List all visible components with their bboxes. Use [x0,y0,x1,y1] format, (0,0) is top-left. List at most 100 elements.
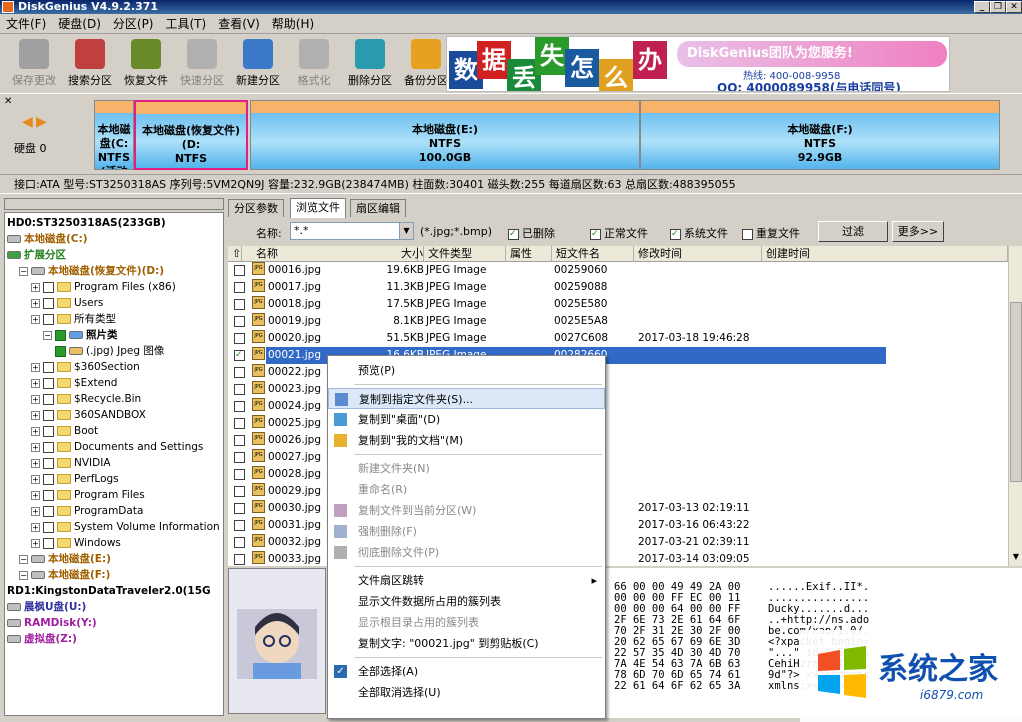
context-menu-item[interactable]: 复制到指定文件夹(S)... [328,388,605,409]
toolbar-button-5[interactable]: 格式化 [286,37,342,91]
tree-checkbox[interactable] [43,281,54,293]
tree-checkbox[interactable] [43,473,54,485]
row-checkbox[interactable] [234,333,245,344]
toolbar-button-1[interactable]: 搜索分区 [62,37,118,91]
next-disk-icon[interactable]: ▶ [36,114,47,130]
context-menu-item[interactable]: 预览(P) [328,360,605,381]
vertical-scrollbar[interactable]: ▼ [1008,246,1022,566]
tree-node[interactable]: − 本地磁盘(恢复文件)(D:) [19,263,164,279]
tree-node[interactable]: − 照片类 [43,327,118,343]
expand-icon[interactable]: − [19,266,28,276]
minimize-button[interactable]: _ [974,1,990,13]
row-checkbox[interactable] [234,503,245,514]
expand-icon[interactable]: + [31,282,40,292]
tree-checkbox[interactable] [55,345,66,357]
tree-node[interactable]: 虚拟盘(Z:) [7,631,77,647]
column-header[interactable]: 大小 [368,246,424,262]
file-list-header[interactable]: ⇧ 名称 大小 文件类型 属性 短文件名 修改时间 创建时间 [228,246,1008,262]
tree-node[interactable]: +360SANDBOX [31,407,146,423]
tree-checkbox[interactable] [43,297,54,309]
toolbar-button-6[interactable]: 删除分区 [342,37,398,91]
column-header[interactable]: 短文件名 [552,246,634,262]
menu-item[interactable]: 帮助(H) [266,14,320,34]
checkbox-icon[interactable]: ✓ [670,228,681,240]
row-checkbox[interactable] [234,520,245,531]
close-button[interactable]: ✕ [1006,1,1022,13]
ad-banner[interactable]: 数据丢失怎么办 DiskGenius团队为您服务! 热线: 400-008-99… [446,36,950,92]
expand-icon[interactable]: + [31,474,40,484]
table-row[interactable]: JPG 00018.jpg 17.5KB JPEG Image 0025E580 [228,296,1008,313]
tree-node[interactable]: 扩展分区 [7,247,66,263]
tree-checkbox[interactable] [43,505,54,517]
tree-node[interactable]: + $360Section [31,359,140,375]
row-checkbox[interactable] [234,486,245,497]
expand-icon[interactable]: − [43,330,52,340]
tree-node[interactable]: + ProgramData [31,503,143,519]
name-filter-input[interactable]: *.* ▼ [290,222,414,240]
tree-node[interactable]: 本地磁盘(C:) [7,231,88,247]
scroll-down-icon[interactable]: ▼ [1010,552,1022,564]
expand-icon[interactable]: + [31,522,40,532]
tree-checkbox[interactable] [43,537,54,549]
tree-node[interactable]: + Program Files (x86) [31,279,176,295]
context-menu-item[interactable]: 全部取消选择(U) [328,682,605,703]
column-header[interactable]: 文件类型 [424,246,506,262]
tree-node[interactable]: + Windows [31,535,121,551]
tab-2[interactable]: 扇区编辑 [350,199,406,217]
expand-icon[interactable]: + [31,442,40,452]
context-menu-item[interactable]: 显示文件数据所占用的簇列表 [328,591,605,612]
tree-checkbox[interactable] [43,409,54,421]
table-row[interactable]: JPG 00020.jpg 51.5KB JPEG Image 0027C608 2017… [228,330,1008,347]
row-checkbox[interactable] [234,316,245,327]
expand-icon[interactable]: + [31,314,40,324]
tree-node[interactable]: + 所有类型 [31,311,116,327]
expand-icon[interactable]: − [19,570,28,580]
expand-icon[interactable]: + [31,410,40,420]
tree-checkbox[interactable] [43,313,54,325]
menu-item[interactable]: 分区(P) [107,14,160,34]
context-menu-item[interactable]: 复制到"我的文档"(M) [328,430,605,451]
tree-checkbox[interactable] [43,457,54,469]
partition-block[interactable]: 本地磁盘(E:) NTFS 100.0GB [250,100,640,170]
close-panel-icon[interactable]: ✕ [4,96,12,107]
tree-node[interactable]: + $Recycle.Bin [31,391,141,407]
expand-icon[interactable]: + [31,394,40,404]
filter-check-2[interactable]: ✓ 系统文件 [670,225,728,241]
toolbar-button-4[interactable]: 新建分区 [230,37,286,91]
context-menu-item[interactable]: 复制文字: "00021.jpg" 到剪贴板(C) [328,633,605,654]
expand-icon[interactable]: + [31,378,40,388]
context-menu-item[interactable]: 文件扇区跳转 ▸ [328,570,605,591]
tree-node[interactable]: + NVIDIA [31,455,111,471]
row-checkbox[interactable] [234,401,245,412]
restore-button[interactable]: ❐ [990,1,1006,13]
tree-checkbox[interactable] [43,521,54,533]
scroll-thumb[interactable] [1010,302,1022,482]
row-checkbox[interactable] [234,299,245,310]
expand-icon[interactable]: + [31,458,40,468]
row-checkbox[interactable] [234,452,245,463]
chevron-down-icon[interactable]: ▼ [399,223,413,239]
partition-block[interactable]: 本地磁盘(F:) NTFS 92.9GB [640,100,1000,170]
filter-button[interactable]: 过滤 [818,221,888,242]
row-checkbox[interactable] [234,554,245,565]
tree-node[interactable]: 晨枫U盘(U:) [7,599,86,615]
column-header[interactable]: 创建时间 [762,246,1008,262]
menu-item[interactable]: 工具(T) [160,14,213,34]
partition-block[interactable]: 本地磁盘(C:NTFS (活动40.0GB [94,100,134,170]
filter-check-3[interactable]: 重复文件 [742,225,800,241]
partition-block[interactable]: 本地磁盘(恢复文件)(D:NTFS30.0GB [134,100,248,170]
sort-icon[interactable]: ⇧ [232,246,243,262]
context-menu-item[interactable]: ✓ 全部选择(A) [328,661,605,682]
toolbar-button-3[interactable]: 快速分区 [174,37,230,91]
tree-node[interactable]: + PerfLogs [31,471,119,487]
tree-node[interactable]: + System Volume Information [31,519,220,535]
row-checkbox[interactable] [234,367,245,378]
table-row[interactable]: JPG 00017.jpg 11.3KB JPEG Image 00259088 [228,279,1008,296]
tree-node[interactable]: (.jpg) Jpeg 图像 [55,343,164,359]
tree-node[interactable]: − 本地磁盘(F:) [19,567,110,583]
column-header[interactable]: 修改时间 [634,246,762,262]
tree-checkbox[interactable] [43,361,54,373]
tree-node[interactable]: − 本地磁盘(E:) [19,551,111,567]
tree-node[interactable]: + $Extend [31,375,117,391]
menu-item[interactable]: 硬盘(D) [52,14,107,34]
